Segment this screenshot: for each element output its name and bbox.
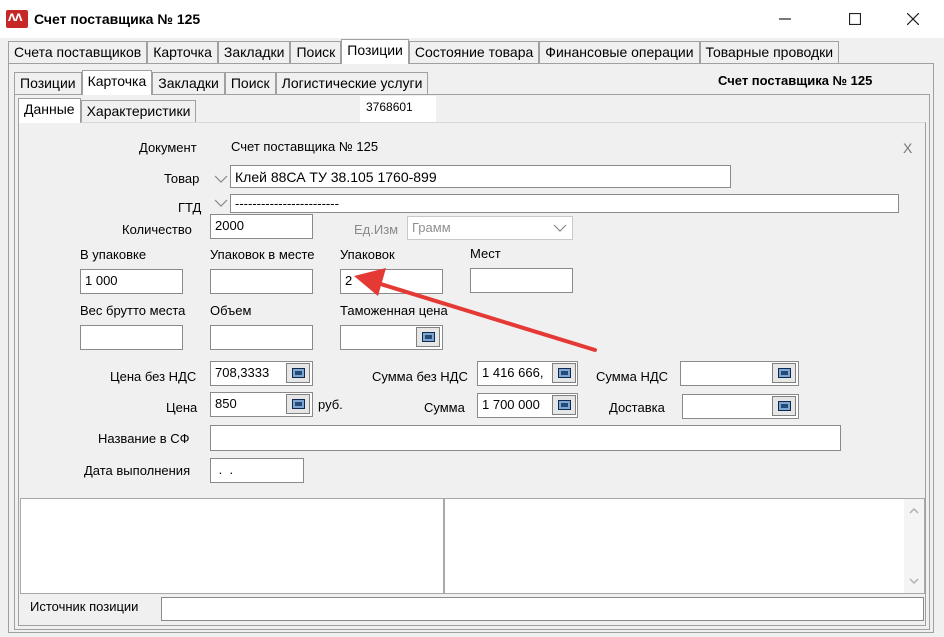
vat-sum-label: Сумма НДС — [596, 369, 669, 384]
innertab-characteristics[interactable]: Характеристики — [80, 100, 197, 122]
product-field[interactable]: Клей 88СА ТУ 38.105 1760-899 — [230, 165, 731, 188]
volume-label: Объем — [210, 303, 252, 318]
tab-bookmarks[interactable]: Закладки — [217, 41, 291, 63]
tab-positions[interactable]: Позиции — [341, 39, 409, 64]
unit-select[interactable]: Грамм — [407, 216, 573, 240]
per-pack-field[interactable]: 1 000 — [80, 269, 183, 294]
header-document-title: Счет поставщика № 125 — [718, 73, 873, 88]
app-logo-icon: ᐱᐱ — [6, 10, 28, 28]
places-field[interactable] — [470, 268, 573, 293]
calculator-icon[interactable] — [772, 363, 796, 383]
packs-per-place-field[interactable] — [210, 269, 313, 294]
chevron-down-icon[interactable] — [214, 172, 228, 186]
quantity-field[interactable]: 2000 — [210, 214, 313, 239]
tab-supplier-invoices[interactable]: Счета поставщиков — [8, 41, 148, 63]
packs-field[interactable]: 2 — [340, 269, 443, 294]
currency-label: руб. — [318, 397, 343, 412]
exec-date-field[interactable]: . . — [210, 458, 304, 483]
inner-tab-strip: Данные Характеристики — [18, 98, 197, 123]
tab-financial-ops[interactable]: Финансовые операции — [539, 41, 700, 63]
maximize-icon[interactable] — [832, 0, 878, 38]
sum-no-vat-label: Сумма без НДС — [372, 369, 468, 384]
sf-name-field[interactable] — [210, 425, 841, 451]
document-value: Счет поставщика № 125 — [231, 139, 379, 154]
tab-goods-postings[interactable]: Товарные проводки — [699, 41, 840, 63]
unit-label: Ед.Изм — [354, 222, 399, 237]
delivery-label: Доставка — [609, 400, 665, 415]
price-no-vat-label: Цена без НДС — [110, 369, 197, 384]
scroll-up-icon[interactable] — [909, 507, 919, 515]
chevron-down-icon[interactable] — [214, 196, 228, 210]
source-field[interactable] — [161, 597, 924, 621]
subtab-card[interactable]: Карточка — [81, 70, 153, 95]
gtd-label: ГТД — [178, 200, 202, 215]
exec-date-label: Дата выполнения — [84, 463, 191, 478]
calculator-icon[interactable] — [286, 394, 310, 414]
minimize-icon[interactable] — [762, 0, 808, 38]
product-label: Товар — [164, 171, 200, 186]
packs-label: Упаковок — [340, 247, 395, 262]
window-title: Счет поставщика № 125 — [34, 11, 201, 27]
gross-weight-label: Вес брутто места — [80, 303, 186, 318]
chevron-down-icon[interactable] — [553, 221, 567, 235]
subtab-logistics[interactable]: Логистические услуги — [275, 72, 429, 94]
tab-card[interactable]: Карточка — [147, 41, 218, 63]
record-id: 3768601 — [360, 96, 436, 122]
close-mark-icon[interactable]: X — [903, 140, 912, 156]
sf-name-label: Название в СФ — [98, 431, 190, 446]
calculator-icon[interactable] — [286, 363, 310, 383]
customs-price-label: Таможенная цена — [340, 303, 448, 318]
notes-right-area[interactable] — [444, 498, 925, 594]
document-label: Документ — [139, 140, 197, 155]
subtab-search[interactable]: Поиск — [224, 72, 276, 94]
innertab-data[interactable]: Данные — [18, 98, 81, 123]
calculator-icon[interactable] — [772, 396, 796, 416]
calculator-icon[interactable] — [416, 327, 440, 347]
main-tab-strip: Счета поставщиков Карточка Закладки Поис… — [8, 39, 840, 64]
sub-tab-strip: Позиции Карточка Закладки Поиск Логистич… — [14, 70, 429, 95]
notes-left-area[interactable] — [20, 498, 444, 594]
calculator-icon[interactable] — [552, 395, 576, 415]
tab-goods-state[interactable]: Состояние товара — [408, 41, 540, 63]
subtab-bookmarks[interactable]: Закладки — [152, 72, 225, 94]
per-pack-label: В упаковке — [80, 247, 147, 262]
unit-value: Грамм — [412, 220, 451, 235]
price-label: Цена — [166, 400, 198, 415]
scroll-down-icon[interactable] — [909, 577, 919, 585]
source-label: Источник позиции — [30, 599, 139, 614]
gtd-field[interactable]: ------------------------ — [230, 194, 899, 213]
tab-search[interactable]: Поиск — [290, 41, 342, 63]
close-icon[interactable] — [890, 0, 936, 38]
places-label: Мест — [470, 246, 501, 261]
volume-field[interactable] — [210, 325, 313, 350]
calculator-icon[interactable] — [552, 363, 576, 383]
scrollbar[interactable] — [904, 499, 924, 593]
gross-weight-field[interactable] — [80, 325, 183, 350]
quantity-label: Количество — [122, 222, 192, 237]
sum-label: Сумма — [424, 400, 465, 415]
packs-per-place-label: Упаковок в месте — [210, 247, 315, 262]
subtab-positions[interactable]: Позиции — [14, 72, 82, 94]
